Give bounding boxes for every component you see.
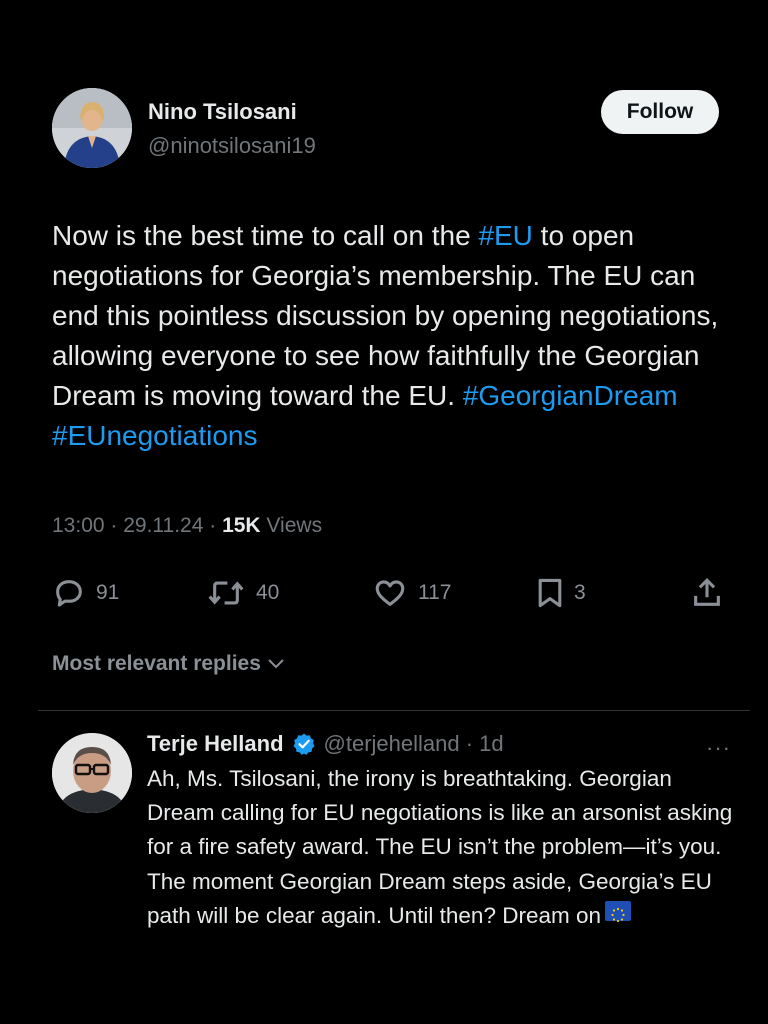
tweet-timestamp[interactable]: 13:00 · 29.11.24 ·	[52, 514, 222, 537]
divider	[38, 710, 750, 711]
reply-icon	[56, 580, 82, 607]
reply-author-avatar-image	[52, 733, 132, 813]
like-button[interactable]: 117	[372, 576, 451, 610]
reply-text: Ah, Ms. Tsilosani, the irony is breathta…	[147, 762, 737, 933]
reply-text-body: Ah, Ms. Tsilosani, the irony is breathta…	[147, 766, 733, 928]
chevron-down-icon	[268, 659, 284, 669]
author-handle[interactable]: @ninotsilosani19	[148, 133, 316, 159]
replies-sort-dropdown[interactable]: Most relevant replies	[52, 652, 285, 676]
share-icon	[694, 578, 720, 606]
more-options-icon[interactable]: ···	[706, 735, 731, 761]
views-label: Views	[260, 514, 323, 537]
author-avatar[interactable]	[52, 88, 132, 168]
verified-badge-icon	[293, 733, 315, 755]
hashtag-eunegotiations[interactable]: #EUnegotiations	[52, 420, 257, 451]
reply-author-avatar[interactable]	[52, 733, 132, 813]
reply-author-handle[interactable]: @terjehelland · 1d	[324, 731, 504, 757]
reply-header: Terje Helland @terjehelland · 1d	[147, 731, 504, 757]
author-avatar-image	[52, 88, 132, 168]
repost-icon	[208, 581, 244, 605]
tweet-text-part: Now is the best time to call on the	[52, 220, 479, 251]
tweet-actions: 91 40 117 3	[0, 576, 768, 610]
replies-sort-label: Most relevant replies	[52, 652, 261, 675]
views-count: 15K	[222, 514, 261, 537]
reply-author-name[interactable]: Terje Helland	[147, 731, 284, 757]
repost-button[interactable]: 40	[206, 576, 279, 610]
bookmark-count: 3	[574, 581, 586, 604]
reply-count: 91	[96, 581, 120, 604]
author-name[interactable]: Nino Tsilosani	[148, 99, 297, 125]
follow-button[interactable]: Follow	[601, 90, 719, 134]
eu-flag-icon	[605, 900, 631, 922]
bookmark-button[interactable]: 3	[536, 576, 586, 610]
reply-handle-text: @terjehelland	[323, 731, 460, 756]
bookmark-icon	[538, 578, 562, 608]
tweet-text: Now is the best time to call on the #EU …	[52, 216, 732, 456]
hashtag-georgiandream[interactable]: #GeorgianDream	[463, 380, 678, 411]
reply-age: · 1d	[459, 731, 504, 756]
tweet-meta: 13:00 · 29.11.24 · 15K Views	[52, 514, 322, 538]
repost-count: 40	[256, 581, 280, 604]
share-button[interactable]	[690, 576, 724, 610]
hashtag-eu[interactable]: #EU	[478, 220, 532, 251]
reply-button[interactable]: 91	[52, 576, 119, 610]
like-count: 117	[418, 581, 452, 604]
heart-icon	[375, 580, 405, 606]
